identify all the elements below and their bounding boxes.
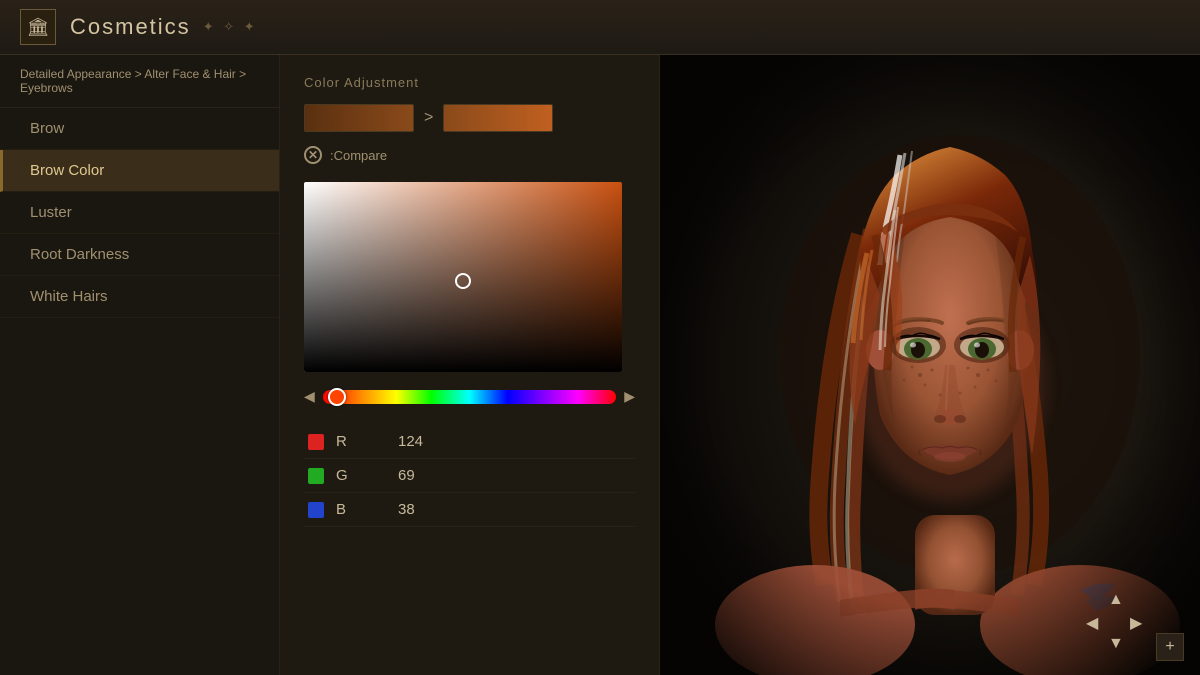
compare-circle-icon: ✕ (304, 146, 322, 164)
sidebar-item-label: Brow Color (30, 162, 104, 179)
compare-label: :Compare (330, 148, 387, 163)
header-decoration: ✦ ✧ ✦ (203, 19, 258, 35)
sidebar-item-luster[interactable]: Luster (0, 192, 279, 234)
r-value: 124 (398, 433, 423, 450)
character-preview: ▲ ◀ ▶ ▼ + (660, 55, 1200, 675)
g-value: 69 (398, 467, 415, 484)
rgb-g-row: G 69 (304, 459, 635, 493)
sidebar-item-white-hairs[interactable]: White Hairs (0, 276, 279, 318)
hue-slider-row: ◀ ▶ (304, 388, 635, 405)
b-value: 38 (398, 501, 415, 518)
hue-thumb (328, 388, 346, 406)
color-swatch-after (443, 104, 553, 132)
sidebar-item-label: Luster (30, 204, 72, 221)
sidebar-item-label: White Hairs (30, 288, 108, 305)
color-picker-area[interactable] (304, 182, 622, 372)
sidebar-item-brow-color[interactable]: Brow Color (0, 150, 279, 192)
center-panel: Color Adjustment > ✕ :Compare ◀ ▶ (280, 55, 660, 675)
b-color-swatch (308, 502, 324, 518)
rgb-r-row: R 124 (304, 425, 635, 459)
nav-down-arrow[interactable]: ▼ (1108, 635, 1128, 655)
app-icon: 🏛 (20, 9, 56, 45)
hue-left-arrow[interactable]: ◀ (304, 388, 315, 405)
left-panel: Detailed Appearance > Alter Face & Hair … (0, 55, 280, 675)
g-label: G (336, 467, 356, 484)
right-panel: ▲ ◀ ▶ ▼ + (660, 55, 1200, 675)
r-color-swatch (308, 434, 324, 450)
b-label: B (336, 501, 356, 518)
nav-left-arrow[interactable]: ◀ (1086, 613, 1106, 633)
character-face-svg (660, 55, 1200, 675)
arrow-right-icon: > (424, 109, 433, 127)
r-label: R (336, 433, 356, 450)
hue-slider-track[interactable] (323, 390, 616, 404)
main-layout: Detailed Appearance > Alter Face & Hair … (0, 55, 1200, 675)
color-preview-row: > (304, 104, 635, 132)
app-header: 🏛 Cosmetics ✦ ✧ ✦ (0, 0, 1200, 55)
hue-right-arrow[interactable]: ▶ (624, 388, 635, 405)
sidebar-item-brow[interactable]: Brow (0, 108, 279, 150)
nav-right-arrow[interactable]: ▶ (1130, 613, 1150, 633)
rgb-b-row: B 38 (304, 493, 635, 527)
sidebar-item-root-darkness[interactable]: Root Darkness (0, 234, 279, 276)
breadcrumb-text: Detailed Appearance > Alter Face & Hair … (20, 67, 246, 95)
nav-arrows: ▲ ◀ ▶ ▼ (1086, 591, 1150, 655)
breadcrumb: Detailed Appearance > Alter Face & Hair … (0, 55, 279, 108)
nav-up-arrow[interactable]: ▲ (1108, 591, 1128, 611)
color-swatch-before[interactable] (304, 104, 414, 132)
color-gradient (304, 182, 622, 372)
sidebar-item-label: Brow (30, 120, 64, 137)
app-title: Cosmetics (70, 14, 191, 40)
compare-row[interactable]: ✕ :Compare (304, 146, 635, 164)
sidebar-item-label: Root Darkness (30, 246, 129, 263)
g-color-swatch (308, 468, 324, 484)
color-adjustment-title: Color Adjustment (304, 75, 635, 90)
zoom-button[interactable]: + (1156, 633, 1184, 661)
